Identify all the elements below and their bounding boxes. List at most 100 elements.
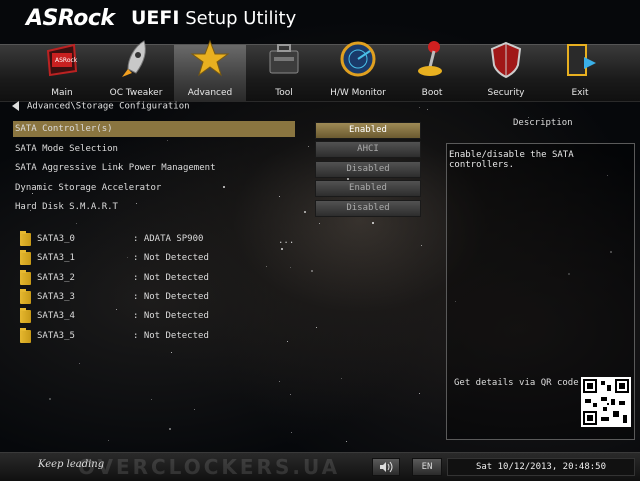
svg-text:ASRock: ASRock bbox=[55, 57, 78, 64]
header: ASRock UEFI Setup Utility bbox=[0, 0, 640, 44]
star bbox=[266, 266, 267, 267]
tab-hw-monitor-label: H/W Monitor bbox=[330, 88, 386, 98]
drive-value: : Not Detected bbox=[133, 292, 209, 302]
tab-oc-tweaker[interactable]: OC Tweaker bbox=[100, 40, 172, 101]
volume-button[interactable] bbox=[372, 458, 400, 476]
folder-icon bbox=[20, 270, 31, 285]
tab-tool-label: Tool bbox=[275, 88, 293, 98]
star bbox=[171, 352, 172, 353]
qr-label: Get details via QR code bbox=[454, 378, 579, 388]
star bbox=[419, 107, 420, 108]
folder-icon bbox=[20, 250, 31, 265]
language-button[interactable]: EN bbox=[412, 458, 442, 476]
tab-security[interactable]: Security bbox=[470, 41, 542, 101]
drive-value: : Not Detected bbox=[133, 331, 209, 341]
star bbox=[290, 394, 291, 395]
star bbox=[108, 440, 109, 441]
drive-value: : ADATA SP900 bbox=[133, 234, 204, 244]
asrock-logo: ASRock bbox=[26, 6, 115, 31]
drive-name: SATA3_2 bbox=[37, 273, 75, 283]
folder-icon bbox=[20, 289, 31, 304]
tab-exit[interactable]: Exit bbox=[544, 44, 616, 101]
star-icon bbox=[190, 39, 230, 77]
star bbox=[308, 146, 309, 147]
setting-sata-controllers[interactable]: SATA Controller(s) bbox=[15, 124, 113, 134]
setting-aggressive-link-power[interactable]: SATA Aggressive Link Power Management bbox=[15, 163, 215, 173]
main-icon: ASRock bbox=[46, 43, 78, 77]
star bbox=[136, 203, 137, 204]
value-sata-mode[interactable]: AHCI bbox=[315, 141, 421, 158]
star bbox=[279, 196, 280, 197]
utility-title: UEFI Setup Utility bbox=[131, 7, 296, 29]
star bbox=[76, 223, 77, 224]
star bbox=[32, 193, 33, 194]
star bbox=[421, 245, 422, 246]
value-aggressive-link-power[interactable]: Disabled bbox=[315, 161, 421, 178]
tab-tool[interactable]: Tool bbox=[248, 44, 320, 101]
tab-advanced[interactable]: Advanced bbox=[174, 39, 246, 101]
value-hard-disk-smart[interactable]: Disabled bbox=[315, 200, 421, 217]
star bbox=[116, 309, 117, 310]
top-nav: ASRock Main OC Tweaker Advanced Tool H/W bbox=[0, 39, 640, 102]
star bbox=[372, 222, 374, 224]
drive-name: SATA3_4 bbox=[37, 311, 75, 321]
tab-exit-label: Exit bbox=[571, 88, 589, 98]
setting-hard-disk-smart[interactable]: Hard Disk S.M.A.R.T bbox=[15, 202, 118, 212]
tab-advanced-label: Advanced bbox=[187, 88, 233, 98]
star bbox=[341, 378, 342, 379]
setting-sata-mode[interactable]: SATA Mode Selection bbox=[15, 144, 118, 154]
star bbox=[79, 363, 80, 364]
drive-value: : Not Detected bbox=[133, 273, 209, 283]
star bbox=[419, 393, 420, 394]
tab-security-label: Security bbox=[487, 88, 525, 98]
star bbox=[223, 186, 225, 188]
tab-boot[interactable]: Boot bbox=[396, 41, 468, 101]
shield-icon bbox=[490, 41, 522, 79]
rocket-icon bbox=[122, 40, 146, 77]
utility-title-rest: Setup Utility bbox=[179, 8, 297, 29]
value-dynamic-storage-accelerator[interactable]: Enabled bbox=[315, 180, 421, 197]
tab-boot-label: Boot bbox=[421, 88, 443, 98]
star bbox=[291, 432, 292, 433]
folder-icon bbox=[20, 231, 31, 246]
drive-more-indicator: ... bbox=[278, 236, 295, 246]
star bbox=[127, 257, 128, 258]
radar-icon bbox=[340, 41, 376, 77]
datetime-display: Sat 10/12/2013, 20:48:50 bbox=[447, 458, 635, 476]
star bbox=[281, 248, 283, 250]
drive-name: SATA3_1 bbox=[37, 253, 75, 263]
breadcrumb: Advanced\Storage Configuration bbox=[12, 101, 190, 112]
qr-code-icon bbox=[581, 377, 631, 427]
folder-icon bbox=[20, 308, 31, 323]
utility-title-uefi: UEFI bbox=[131, 7, 180, 29]
star bbox=[311, 270, 313, 272]
description-title: Description bbox=[513, 118, 573, 128]
back-arrow-icon[interactable] bbox=[12, 101, 19, 111]
speaker-icon bbox=[380, 461, 393, 473]
tab-hw-monitor[interactable]: H/W Monitor bbox=[322, 41, 394, 101]
tab-main[interactable]: ASRock Main bbox=[26, 43, 98, 101]
value-sata-controllers[interactable]: Enabled bbox=[315, 122, 421, 139]
drive-name: SATA3_5 bbox=[37, 331, 75, 341]
folder-icon bbox=[20, 328, 31, 343]
setting-dynamic-storage-accelerator[interactable]: Dynamic Storage Accelerator bbox=[15, 183, 161, 193]
drive-name: SATA3_3 bbox=[37, 292, 75, 302]
star bbox=[194, 409, 195, 410]
star bbox=[304, 211, 306, 213]
drive-value: : Not Detected bbox=[133, 253, 209, 263]
drive-value: : Not Detected bbox=[133, 311, 209, 321]
star bbox=[319, 223, 320, 224]
star bbox=[427, 109, 428, 110]
star bbox=[169, 428, 171, 430]
toolbox-icon bbox=[269, 44, 299, 74]
star bbox=[49, 398, 51, 400]
star bbox=[316, 327, 317, 328]
description-text: Enable/disable the SATA controllers. bbox=[449, 150, 574, 170]
star bbox=[346, 441, 347, 442]
exit-door-icon bbox=[567, 44, 596, 76]
watermark: OVERCLOCKERS.UA bbox=[78, 455, 341, 479]
tab-main-label: Main bbox=[51, 88, 73, 98]
drive-name: SATA3_0 bbox=[37, 234, 75, 244]
joystick-icon bbox=[418, 41, 442, 76]
tab-oc-tweaker-label: OC Tweaker bbox=[109, 88, 163, 98]
